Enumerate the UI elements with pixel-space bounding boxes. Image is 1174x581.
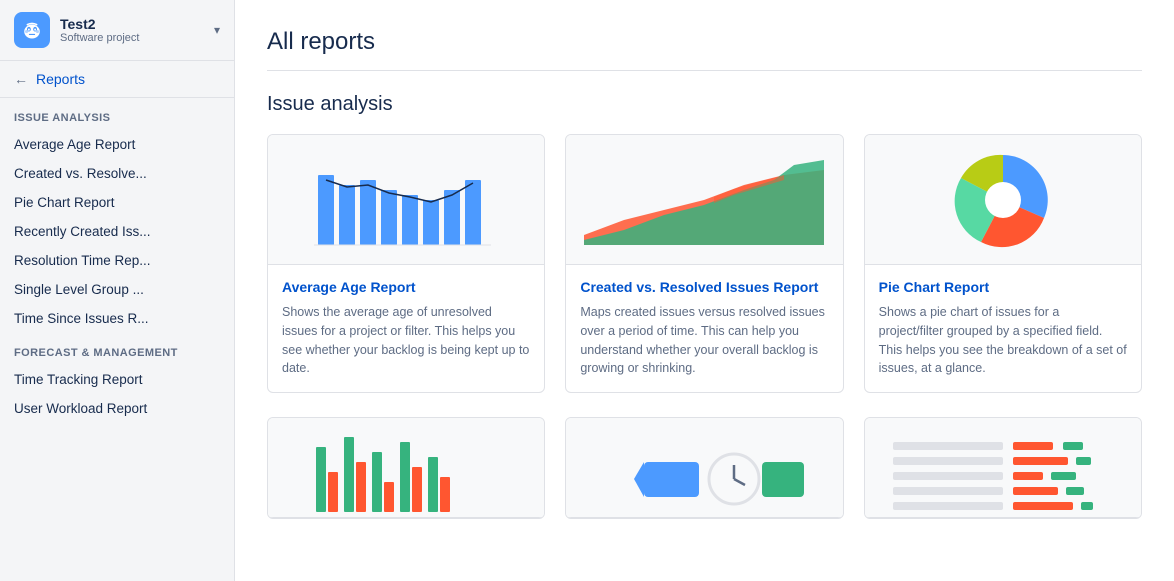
chevron-down-icon[interactable]: ▾: [214, 23, 220, 37]
page-title: All reports: [267, 28, 1142, 56]
forecast-section-label: FORECAST & MANAGEMENT: [0, 333, 234, 365]
report-card-single-level[interactable]: [864, 417, 1142, 519]
report-card-resolution-time[interactable]: [565, 417, 843, 519]
avg-age-desc: Shows the average age of unresolved issu…: [282, 303, 530, 378]
resolution-time-chart-image: [566, 418, 842, 518]
sidebar-item-resolution-time[interactable]: Resolution Time Rep...: [0, 246, 234, 275]
avg-age-chart-image: [268, 135, 544, 265]
section-title: Issue analysis: [267, 93, 1142, 116]
report-card-recently-created[interactable]: [267, 417, 545, 519]
sidebar-item-pie-chart[interactable]: Pie Chart Report: [0, 188, 234, 217]
created-vs-resolved-desc: Maps created issues versus resolved issu…: [580, 303, 828, 378]
sidebar-item-created-vs-resolved[interactable]: Created vs. Resolve...: [0, 159, 234, 188]
issue-analysis-section-label: ISSUE ANALYSIS: [0, 98, 234, 130]
avg-age-card-body: Average Age Report Shows the average age…: [268, 265, 544, 392]
created-vs-resolved-card-body: Created vs. Resolved Issues Report Maps …: [566, 265, 842, 392]
single-level-chart-image: [865, 418, 1141, 518]
avatar: [14, 12, 50, 48]
avg-age-title: Average Age Report: [282, 279, 530, 295]
pie-chart-desc: Shows a pie chart of issues for a projec…: [879, 303, 1127, 378]
sidebar-item-time-since[interactable]: Time Since Issues R...: [0, 304, 234, 333]
sidebar-item-recently-created[interactable]: Recently Created Iss...: [0, 217, 234, 246]
recently-created-chart-image: [268, 418, 544, 518]
sidebar-header[interactable]: Test2 Software project ▾: [0, 0, 234, 61]
sidebar-item-time-tracking[interactable]: Time Tracking Report: [0, 365, 234, 394]
report-card-avg-age[interactable]: Average Age Report Shows the average age…: [267, 134, 545, 393]
sidebar-item-avg-age[interactable]: Average Age Report: [0, 130, 234, 159]
pie-chart-title: Pie Chart Report: [879, 279, 1127, 295]
back-arrow-icon: ←: [14, 71, 28, 87]
report-card-created-vs-resolved[interactable]: Created vs. Resolved Issues Report Maps …: [565, 134, 843, 393]
report-card-pie-chart[interactable]: Pie Chart Report Shows a pie chart of is…: [864, 134, 1142, 393]
main-content: All reports Issue analysis: [235, 0, 1174, 581]
pie-chart-image: [865, 135, 1141, 265]
pie-chart-card-body: Pie Chart Report Shows a pie chart of is…: [865, 265, 1141, 392]
created-vs-resolved-chart-image: [566, 135, 842, 265]
created-vs-resolved-title: Created vs. Resolved Issues Report: [580, 279, 828, 295]
reports-nav-label: Reports: [36, 71, 85, 87]
bottom-reports-grid: [267, 417, 1142, 519]
project-name: Test2: [60, 16, 139, 33]
project-type: Software project: [60, 32, 139, 44]
sidebar-item-single-level[interactable]: Single Level Group ...: [0, 275, 234, 304]
sidebar: Test2 Software project ▾ ← Reports ISSUE…: [0, 0, 235, 581]
project-info: Test2 Software project: [60, 16, 139, 45]
divider: [267, 70, 1142, 71]
sidebar-item-user-workload[interactable]: User Workload Report: [0, 394, 234, 423]
reports-grid: Average Age Report Shows the average age…: [267, 134, 1142, 393]
sidebar-back[interactable]: ← Reports: [0, 61, 234, 98]
